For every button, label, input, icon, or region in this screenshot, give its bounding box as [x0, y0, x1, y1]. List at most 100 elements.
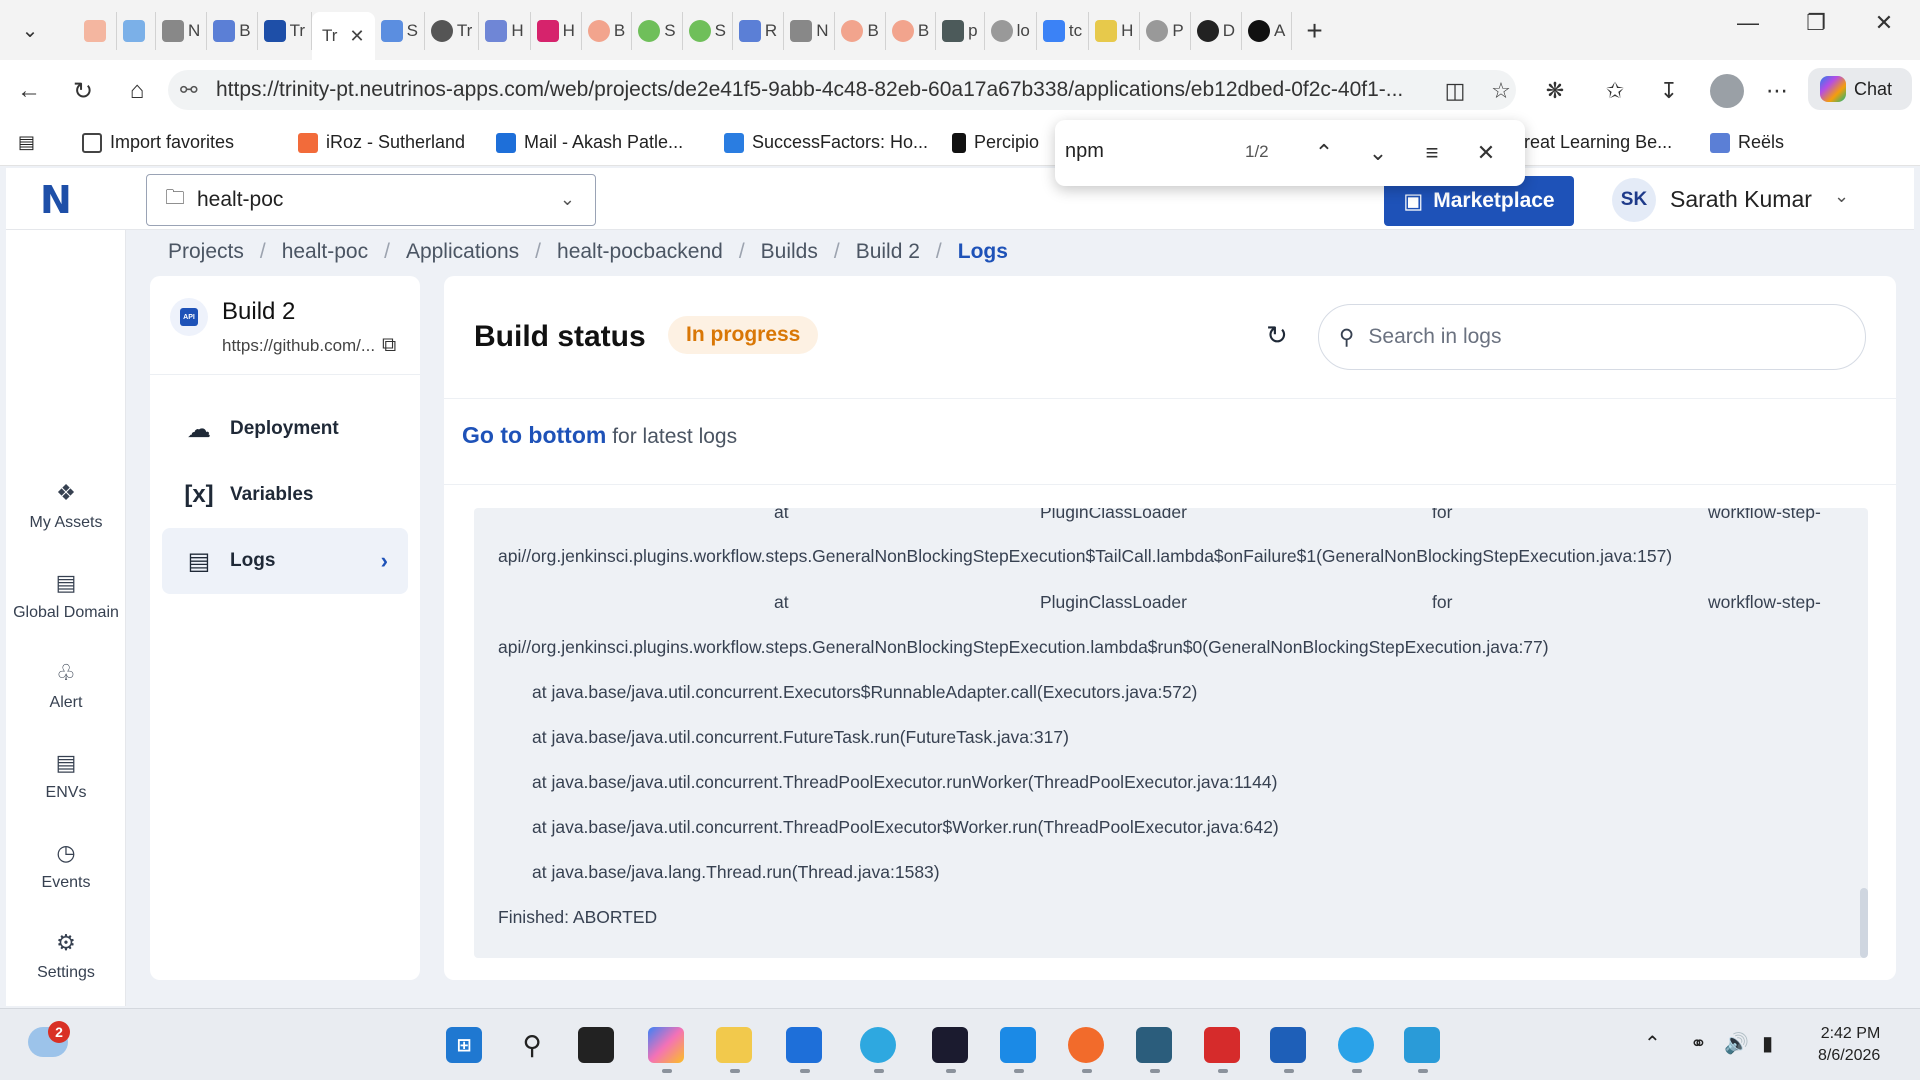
windows-start-icon[interactable]: ⊞	[446, 1027, 482, 1063]
find-options-icon[interactable]: ≡	[1415, 136, 1449, 170]
browser-tab[interactable]: lo	[985, 12, 1037, 50]
browser-tab[interactable]: H	[479, 12, 531, 50]
breadcrumb-builds[interactable]: Builds	[761, 240, 818, 264]
volume-icon[interactable]: 🔊	[1724, 1031, 1749, 1056]
neutrinos-logo[interactable]: N	[40, 178, 72, 222]
nav-events[interactable]: ◷ Events	[6, 840, 126, 892]
tab-list-chevron-icon[interactable]: ⌄	[10, 12, 50, 48]
extensions-icon[interactable]: ❋	[1538, 74, 1572, 108]
browser-tab[interactable]	[117, 12, 156, 50]
notepad-icon[interactable]	[1404, 1027, 1440, 1063]
site-info-icon[interactable]: ⚯	[180, 78, 204, 103]
browser-tab[interactable]: B	[207, 12, 258, 50]
bookmark-great-learning[interactable]: reat Learning Be...	[1524, 132, 1672, 153]
nav-envs[interactable]: ▤ ENVs	[6, 750, 126, 802]
browser-tab[interactable]: S	[683, 12, 733, 50]
browser-tab[interactable]: D	[1191, 12, 1243, 50]
word-icon[interactable]	[1270, 1027, 1306, 1063]
reload-icon[interactable]: ↻	[66, 74, 100, 108]
wifi-icon[interactable]: ⚭	[1690, 1031, 1707, 1056]
log-scrollbar[interactable]	[1860, 888, 1868, 958]
address-bar[interactable]: ⚯ https://trinity-pt.neutrinos-apps.com/…	[168, 70, 1516, 110]
battery-icon[interactable]: ▮	[1762, 1031, 1773, 1056]
find-next-icon[interactable]: ⌄	[1361, 136, 1395, 170]
project-select[interactable]: 🗀 healt-poc ⌄	[146, 174, 596, 226]
bookmark-mail[interactable]: Mail - Akash Patle...	[496, 132, 683, 153]
onedrive-icon[interactable]	[1338, 1027, 1374, 1063]
find-close-icon[interactable]: ✕	[1469, 136, 1503, 170]
browser-tab[interactable]: Tr	[425, 12, 480, 50]
browser-tab[interactable]: tc	[1037, 12, 1090, 50]
breadcrumb-project[interactable]: healt-poc	[282, 240, 368, 264]
user-name[interactable]: Sarath Kumar	[1670, 186, 1812, 213]
browser-tab[interactable]: Tr	[258, 12, 313, 50]
browser-tab[interactable]: N	[784, 12, 836, 50]
find-input[interactable]: npm	[1065, 140, 1104, 163]
search-icon[interactable]: ⚲	[514, 1027, 550, 1063]
browser-tab[interactable]: B	[835, 12, 886, 50]
browser-tab[interactable]: B	[886, 12, 937, 50]
find-previous-icon[interactable]: ⌃	[1307, 136, 1341, 170]
vscode-icon[interactable]	[1000, 1027, 1036, 1063]
browser-tab[interactable]: A	[1242, 12, 1293, 50]
breadcrumb-build[interactable]: Build 2	[856, 240, 920, 264]
browser-tab[interactable]: N	[156, 12, 208, 50]
file-explorer-icon[interactable]	[716, 1027, 752, 1063]
downloads-icon[interactable]: ↧	[1652, 74, 1686, 108]
restore-icon[interactable]: ❐	[1786, 10, 1846, 36]
browser-tab[interactable]: S	[375, 12, 425, 50]
home-icon[interactable]: ⌂	[120, 74, 154, 108]
breadcrumb-projects[interactable]: Projects	[168, 240, 244, 264]
side-link-logs[interactable]: ▤ Logs ›	[162, 528, 408, 594]
browser-tab[interactable]: H	[531, 12, 582, 50]
nav-alert[interactable]: ♧ Alert	[6, 660, 126, 712]
more-menu-icon[interactable]: ⋯	[1760, 74, 1794, 108]
nav-global-domain[interactable]: ▤ Global Domain	[6, 570, 126, 622]
favorites-bar-toggle-icon[interactable]: ▤	[18, 132, 35, 153]
browser-tab[interactable]: B	[582, 12, 633, 50]
postman-icon[interactable]	[1068, 1027, 1104, 1063]
bookmark-iroz[interactable]: iRoz - Sutherland	[298, 132, 465, 153]
browser-tab[interactable]: R	[733, 12, 785, 50]
mysql-icon[interactable]	[1136, 1027, 1172, 1063]
webstorm-icon[interactable]	[932, 1027, 968, 1063]
log-search-input[interactable]: ⚲ Search in logs	[1318, 304, 1866, 370]
system-clock[interactable]: 2:42 PM 8/6/2026	[1818, 1023, 1880, 1067]
browser-tab[interactable]: p	[936, 12, 985, 50]
new-tab-icon[interactable]: +	[1306, 15, 1322, 47]
bookmark-successfactors[interactable]: SuccessFactors: Ho...	[724, 132, 928, 153]
neutrinos-studio-icon[interactable]	[1204, 1027, 1240, 1063]
browser-tab[interactable]	[78, 12, 117, 50]
bookmark-reels[interactable]: Reëls	[1710, 132, 1784, 153]
browser-tab[interactable]: P	[1140, 12, 1191, 50]
copilot-chat-button[interactable]: Chat	[1808, 68, 1912, 110]
bookmark-import-favorites[interactable]: Import favorites	[82, 132, 234, 153]
close-window-icon[interactable]: ✕	[1854, 10, 1914, 36]
user-avatar[interactable]: SK	[1612, 178, 1656, 222]
user-menu-chevron-icon[interactable]: ⌄	[1834, 186, 1849, 207]
task-view-icon[interactable]	[578, 1027, 614, 1063]
go-to-bottom-link[interactable]: Go to bottom	[462, 422, 606, 448]
copy-icon[interactable]: ⧉	[382, 334, 396, 357]
browser-tab[interactable]: S	[632, 12, 683, 50]
minimize-icon[interactable]: —	[1718, 10, 1778, 36]
side-link-deployment[interactable]: ☁ Deployment	[162, 396, 408, 462]
log-viewer[interactable]: at PluginClassLoader for workflow-step- …	[474, 508, 1868, 958]
favorite-star-icon[interactable]: ☆	[1484, 74, 1518, 108]
close-tab-icon[interactable]: ✕	[349, 26, 364, 47]
side-link-variables[interactable]: [x] Variables	[162, 462, 408, 528]
reader-mode-icon[interactable]: ◫	[1438, 74, 1472, 108]
outlook-icon[interactable]	[786, 1027, 822, 1063]
browser-tab-active[interactable]: Tr ✕	[312, 12, 375, 60]
breadcrumb-application[interactable]: healt-pocbackend	[557, 240, 723, 264]
bookmark-percipio[interactable]: Percipio	[952, 132, 1039, 153]
edge-icon[interactable]	[860, 1027, 896, 1063]
nav-my-assets[interactable]: ❖ My Assets	[6, 480, 126, 532]
breadcrumb-applications[interactable]: Applications	[406, 240, 519, 264]
profile-avatar[interactable]	[1710, 74, 1744, 108]
favorites-list-icon[interactable]: ✩	[1598, 74, 1632, 108]
back-icon[interactable]: ←	[12, 74, 46, 108]
refresh-icon[interactable]: ↻	[1266, 320, 1288, 351]
nav-settings[interactable]: ⚙ Settings	[6, 930, 126, 982]
tray-chevron-up-icon[interactable]: ⌃	[1644, 1031, 1661, 1056]
